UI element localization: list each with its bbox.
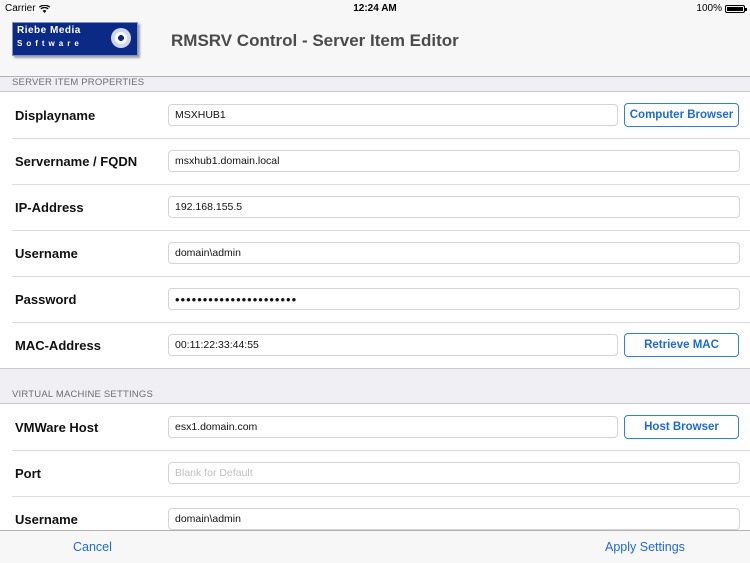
row-displayname: Displayname Computer Browser [0, 92, 750, 138]
row-password: Password [0, 276, 750, 322]
mac-address-field[interactable] [168, 334, 618, 356]
ip-address-label: IP-Address [15, 199, 84, 215]
port-field[interactable] [168, 462, 740, 484]
disc-icon [111, 28, 131, 48]
row-servername: Servername / FQDN [0, 138, 750, 184]
cancel-button[interactable]: Cancel [73, 540, 112, 554]
riebe-media-logo: Riebe Media Software [12, 22, 138, 56]
row-mac-address: MAC-Address Retrieve MAC [0, 322, 750, 368]
battery-percent: 100% [696, 3, 722, 14]
battery-status: 100% [696, 3, 747, 14]
retrieve-mac-button[interactable]: Retrieve MAC [624, 333, 739, 357]
vmware-host-field[interactable] [168, 416, 618, 438]
mac-address-label: MAC-Address [15, 337, 101, 353]
page-title: RMSRV Control - Server Item Editor [171, 31, 459, 50]
host-browser-button[interactable]: Host Browser [624, 415, 739, 439]
server-properties-group: Displayname Computer Browser Servername … [0, 91, 750, 369]
row-vmware-host: VMWare Host Host Browser [0, 404, 750, 450]
nav-bar: Riebe Media Software RMSRV Control - Ser… [0, 16, 750, 77]
computer-browser-button[interactable]: Computer Browser [624, 103, 739, 127]
status-time: 12:24 AM [353, 3, 397, 14]
vm-settings-group: VMWare Host Host Browser Port Username [0, 403, 750, 542]
section-header-vm: VIRTUAL MACHINE SETTINGS [12, 389, 153, 400]
ip-address-field[interactable] [168, 196, 740, 218]
row-username: Username [0, 230, 750, 276]
logo-line1: Riebe Media [17, 25, 81, 36]
row-port: Port [0, 450, 750, 496]
bottom-toolbar: Cancel Apply Settings [0, 530, 750, 563]
username-field[interactable] [168, 242, 740, 264]
vmware-host-label: VMWare Host [15, 419, 99, 435]
section-header-server: SERVER ITEM PROPERTIES [12, 77, 145, 88]
logo-line2: Software [17, 39, 83, 48]
vm-username-label: Username [15, 511, 78, 527]
displayname-field[interactable] [168, 104, 618, 126]
username-label: Username [15, 245, 78, 261]
apply-settings-button[interactable]: Apply Settings [605, 540, 685, 554]
vm-username-field[interactable] [168, 508, 740, 530]
port-label: Port [15, 465, 41, 481]
status-bar: Carrier 12:24 AM 100% [0, 0, 750, 16]
battery-icon [725, 4, 747, 13]
servername-field[interactable] [168, 150, 740, 172]
displayname-label: Displayname [15, 107, 96, 123]
row-ip-address: IP-Address [0, 184, 750, 230]
password-field[interactable] [168, 288, 740, 310]
password-label: Password [15, 291, 77, 307]
servername-label: Servername / FQDN [15, 153, 138, 169]
